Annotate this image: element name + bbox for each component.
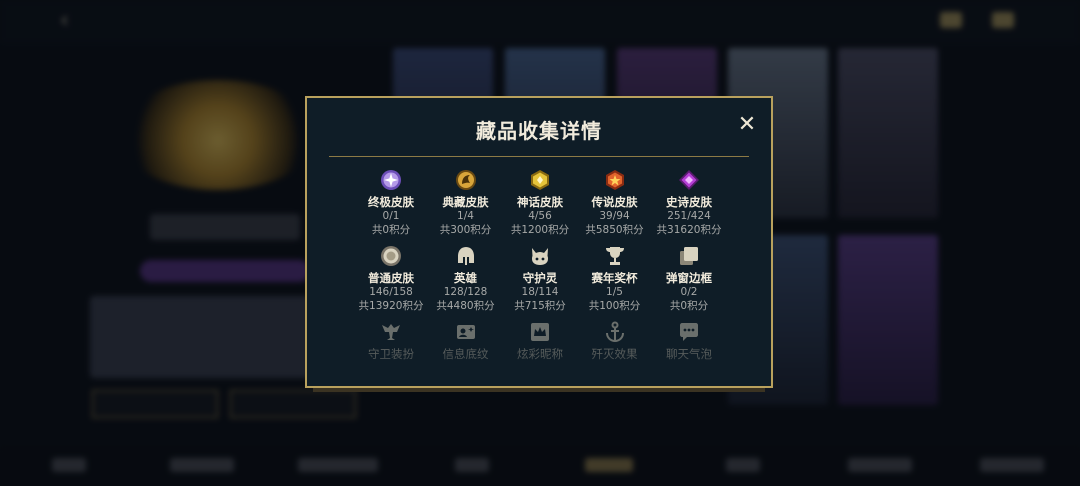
collection-category-frame[interactable]: 弹窗边框 0/2 共0积分	[652, 244, 726, 313]
info-card-icon	[429, 320, 503, 344]
hero-helmet-icon	[429, 244, 503, 268]
category-name: 信息底纹	[442, 347, 489, 361]
ultimate-skin-icon	[354, 168, 428, 192]
spirit-icon	[503, 244, 577, 268]
category-name: 守护灵	[522, 271, 558, 285]
category-count: 251/424	[667, 210, 711, 222]
category-name: 典藏皮肤	[442, 195, 489, 209]
collection-category-crown[interactable]: 炫彩昵称	[503, 320, 577, 361]
guard-outfit-icon	[354, 320, 428, 344]
collection-skin-icon	[429, 168, 503, 192]
category-name: 史诗皮肤	[666, 195, 712, 209]
title-divider	[329, 156, 749, 157]
normal-skin-icon	[354, 244, 428, 268]
legendary-skin-icon	[578, 168, 652, 192]
collection-category-collection-skin[interactable]: 典藏皮肤 1/4 共300积分	[429, 168, 503, 237]
category-name: 守卫装扮	[368, 347, 414, 361]
category-count: 128/128	[443, 286, 488, 298]
collection-category-trophy[interactable]: 赛年奖杯 1/5 共100积分	[578, 244, 652, 313]
collection-category-hero-helmet[interactable]: 英雄 128/128 共4480积分	[429, 244, 503, 313]
category-score: 共4480积分	[436, 300, 495, 312]
category-name: 神话皮肤	[517, 195, 563, 209]
category-score: 共0积分	[371, 224, 411, 236]
category-score: 共300积分	[439, 224, 492, 236]
collection-details-dialog: 藏品收集详情 ✕ 终极皮肤 0/1 共0积分 典藏皮肤 1/4 共300积分 神话皮肤 4/5…	[305, 96, 773, 392]
collection-category-epic-skin[interactable]: 史诗皮肤 251/424 共31620积分	[652, 168, 726, 237]
collection-category-chat-bubble[interactable]: 聊天气泡	[652, 320, 726, 361]
chat-bubble-icon	[652, 320, 726, 344]
category-name: 赛年奖杯	[591, 271, 638, 285]
collection-category-mythic-skin[interactable]: 神话皮肤 4/56 共1200积分	[503, 168, 577, 237]
collection-category-ultimate-skin[interactable]: 终极皮肤 0/1 共0积分	[354, 168, 428, 237]
collection-category-normal-skin[interactable]: 普通皮肤 146/158 共13920积分	[354, 244, 428, 313]
category-score: 共31620积分	[656, 224, 722, 236]
category-score: 共0积分	[669, 300, 709, 312]
collection-category-spirit[interactable]: 守护灵 18/114 共715积分	[503, 244, 577, 313]
category-score: 共100积分	[588, 300, 641, 312]
category-name: 歼灭效果	[591, 347, 638, 361]
collection-category-guard-outfit[interactable]: 守卫装扮	[354, 320, 428, 361]
category-score: 共1200积分	[510, 224, 570, 236]
crown-icon	[503, 320, 577, 344]
category-name: 终极皮肤	[368, 195, 414, 209]
category-count: 39/94	[599, 210, 630, 222]
category-count: 1/5	[606, 286, 623, 298]
category-name: 炫彩昵称	[517, 347, 563, 361]
collection-category-legendary-skin[interactable]: 传说皮肤 39/94 共5850积分	[578, 168, 652, 237]
mythic-skin-icon	[503, 168, 577, 192]
trophy-icon	[578, 244, 652, 268]
category-count: 1/4	[457, 210, 474, 222]
collection-category-anchor[interactable]: 歼灭效果	[578, 320, 652, 361]
category-count: 4/56	[528, 210, 552, 222]
close-icon[interactable]: ✕	[736, 114, 758, 136]
category-count: 18/114	[521, 286, 559, 298]
category-count: 0/2	[680, 286, 698, 298]
category-name: 传说皮肤	[591, 195, 638, 209]
category-name: 普通皮肤	[368, 271, 414, 285]
category-count: 0/1	[382, 210, 400, 222]
frame-icon	[652, 244, 726, 268]
collection-category-info-card[interactable]: 信息底纹	[429, 320, 503, 361]
category-name: 弹窗边框	[666, 271, 712, 285]
category-score: 共13920积分	[358, 300, 424, 312]
category-name: 英雄	[454, 271, 477, 285]
category-name: 聊天气泡	[666, 347, 712, 361]
category-score: 共5850积分	[585, 224, 644, 236]
epic-skin-icon	[652, 168, 726, 192]
category-count: 146/158	[369, 286, 413, 298]
anchor-icon	[578, 320, 652, 344]
category-score: 共715积分	[514, 300, 566, 312]
dialog-title: 藏品收集详情	[476, 119, 602, 143]
